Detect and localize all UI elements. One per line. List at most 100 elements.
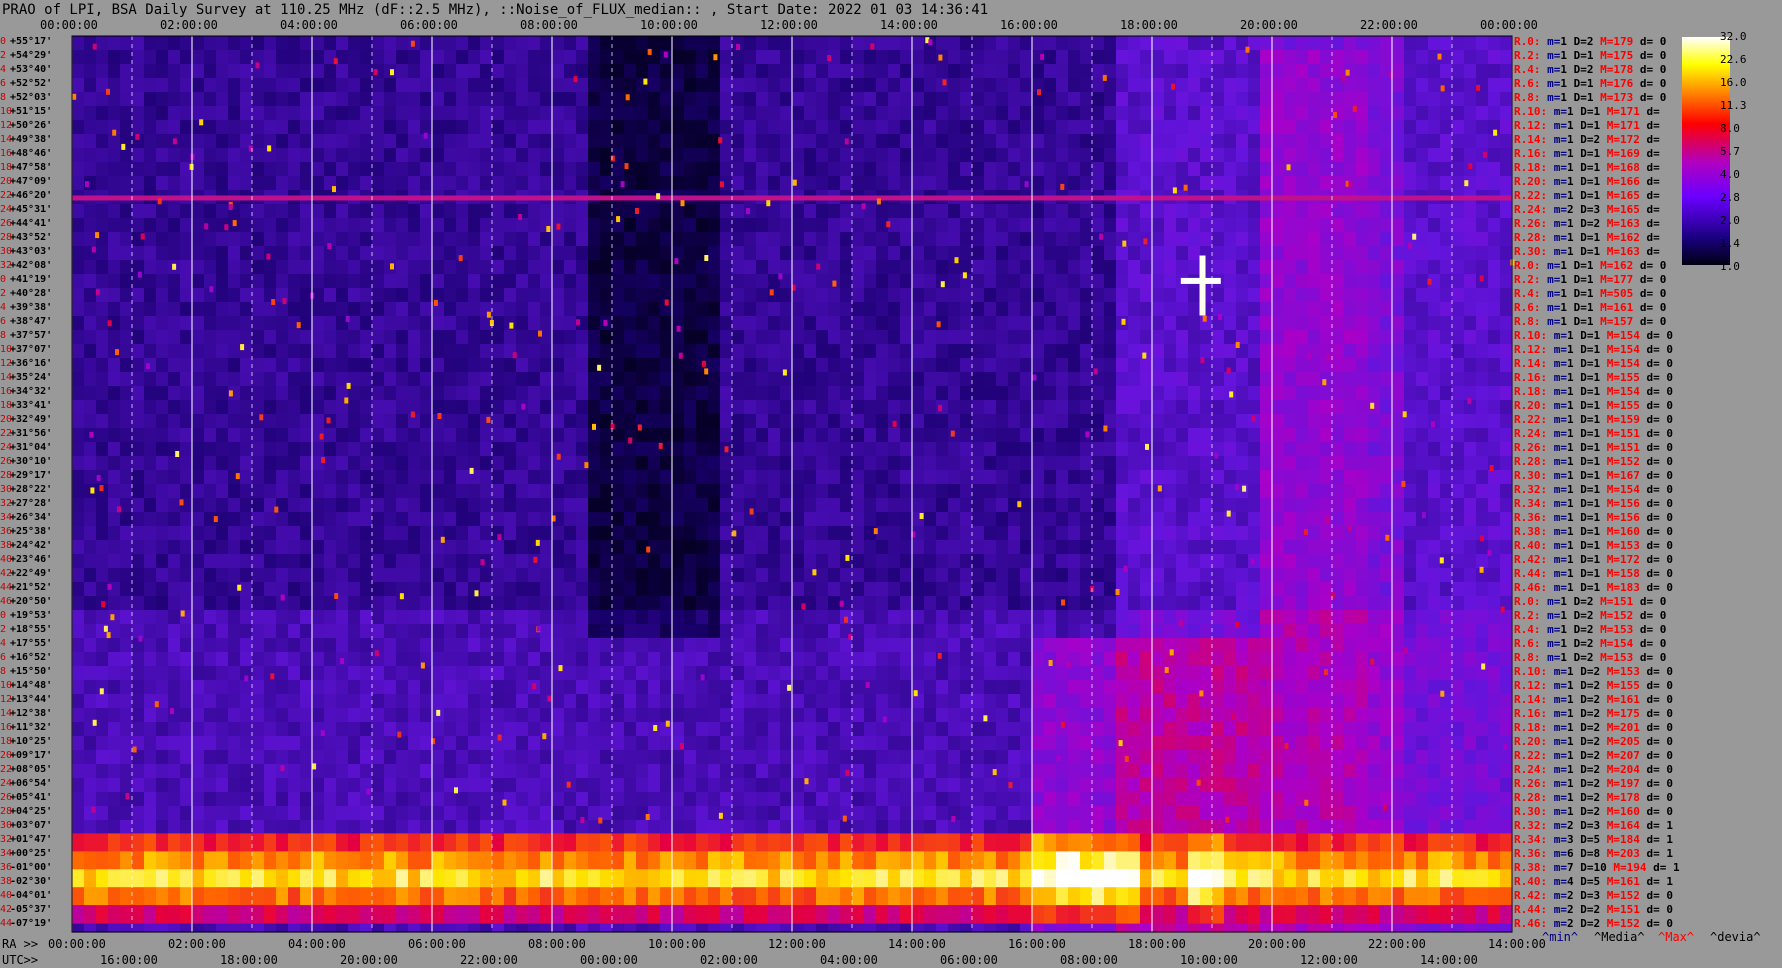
heatmap-cell — [768, 218, 781, 233]
heatmap-cell — [792, 694, 805, 709]
heatmap-cell — [888, 512, 901, 527]
heatmap-cell — [300, 50, 313, 65]
heatmap-cell — [204, 386, 217, 401]
heatmap-cell — [348, 484, 361, 499]
heatmap-cell — [996, 470, 1009, 485]
heatmap-cell — [660, 470, 673, 485]
heatmap-cell — [408, 666, 421, 681]
heatmap-cell — [588, 498, 601, 513]
heatmap-cell — [948, 120, 961, 135]
heatmap-cell — [792, 750, 805, 765]
heatmap-cell — [444, 708, 457, 723]
heatmap-cell — [312, 162, 325, 177]
heatmap-cell — [288, 288, 301, 303]
heatmap-cell — [948, 106, 961, 121]
heatmap-cell — [444, 820, 457, 835]
heatmap-cell — [564, 806, 577, 821]
heatmap-cell — [72, 708, 85, 723]
heatmap-cell — [972, 148, 985, 163]
heatmap-cell — [516, 50, 529, 65]
heatmap-cell — [288, 246, 301, 261]
heatmap-cell — [132, 638, 145, 653]
heatmap-cell — [120, 274, 133, 289]
heatmap-cell — [396, 820, 409, 835]
heatmap-cell — [876, 92, 889, 107]
heatmap-cell — [564, 428, 577, 443]
heatmap-cell — [756, 624, 769, 639]
heatmap-cell — [804, 64, 817, 79]
heatmap-cell — [576, 302, 589, 317]
heatmap-cell — [660, 204, 673, 219]
heatmap-cell — [648, 162, 661, 177]
heatmap-cell — [324, 764, 337, 779]
heatmap-cell — [396, 470, 409, 485]
heatmap-cell — [408, 498, 421, 513]
heatmap-cell — [912, 806, 925, 821]
heatmap-cell — [780, 414, 793, 429]
heatmap-cell — [516, 820, 529, 835]
heatmap-cell — [924, 582, 937, 597]
heatmap-cell — [840, 78, 853, 93]
heatmap-cell — [132, 820, 145, 835]
heatmap-cell — [972, 666, 985, 681]
heatmap-cell — [300, 512, 313, 527]
heatmap-cell — [672, 302, 685, 317]
heatmap-cell — [204, 498, 217, 513]
heatmap-cell — [732, 92, 745, 107]
heatmap-cell — [276, 64, 289, 79]
heatmap-cell — [432, 344, 445, 359]
heatmap-cell — [72, 806, 85, 821]
heatmap-cell — [444, 638, 457, 653]
heatmap-cell — [84, 554, 97, 569]
heatmap-cell — [708, 148, 721, 163]
heatmap-cell — [780, 778, 793, 793]
heatmap-cell — [492, 456, 505, 471]
heatmap-cell — [888, 666, 901, 681]
heatmap-cell — [684, 218, 697, 233]
heatmap-cell — [888, 456, 901, 471]
heatmap-cell — [576, 638, 589, 653]
heatmap-cell — [96, 260, 109, 275]
heatmap-cell — [432, 64, 445, 79]
heatmap-cell — [732, 764, 745, 779]
heatmap-cell — [96, 526, 109, 541]
heatmap-cell — [600, 540, 613, 555]
heatmap-cell — [420, 680, 433, 695]
heatmap-cell — [972, 302, 985, 317]
heatmap-cell — [816, 246, 829, 261]
heatmap-cell — [432, 134, 445, 149]
heatmap-cell — [372, 288, 385, 303]
heatmap-cell — [516, 498, 529, 513]
heatmap-cell — [372, 274, 385, 289]
heatmap-cell — [372, 512, 385, 527]
heatmap-cell — [156, 232, 169, 247]
heatmap-cell — [396, 372, 409, 387]
heatmap-cell — [360, 792, 373, 807]
heatmap-cell — [672, 288, 685, 303]
heatmap-cell — [972, 36, 985, 51]
heatmap-cell — [612, 582, 625, 597]
heatmap-cell — [396, 204, 409, 219]
heatmap-cell — [324, 512, 337, 527]
heatmap-cell — [144, 386, 157, 401]
heatmap-cell — [384, 470, 397, 485]
heatmap-cell — [156, 736, 169, 751]
heatmap-cell — [96, 638, 109, 653]
heatmap-cell — [480, 596, 493, 611]
heatmap-cell — [288, 512, 301, 527]
heatmap-cell — [360, 778, 373, 793]
heatmap-cell — [156, 680, 169, 695]
heatmap-cell — [912, 162, 925, 177]
heatmap-cell — [192, 652, 205, 667]
heatmap-cell — [732, 50, 745, 65]
heatmap-cell — [900, 78, 913, 93]
heatmap-cell — [696, 344, 709, 359]
heatmap-cell — [576, 64, 589, 79]
heatmap-cell — [672, 666, 685, 681]
heatmap-cell — [600, 386, 613, 401]
heatmap-cell — [444, 764, 457, 779]
heatmap-cell — [360, 722, 373, 737]
heatmap-cell — [660, 344, 673, 359]
heatmap-cell — [396, 736, 409, 751]
heatmap-cell — [996, 652, 1009, 667]
